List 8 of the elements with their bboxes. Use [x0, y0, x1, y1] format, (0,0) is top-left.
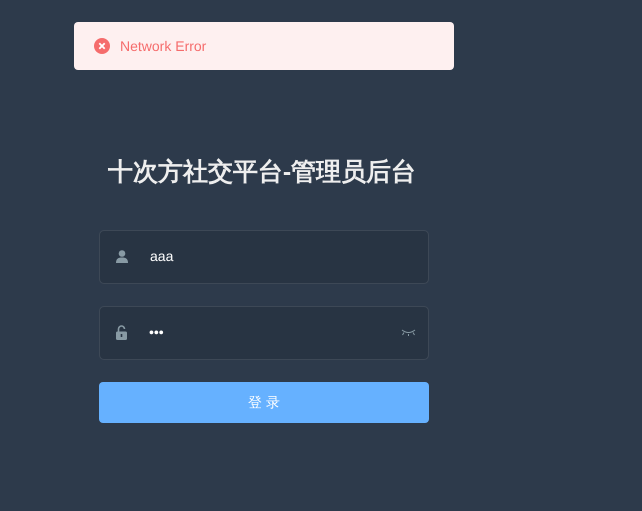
error-icon: [94, 38, 110, 54]
password-field[interactable]: •••: [149, 322, 349, 343]
user-icon: [116, 250, 128, 263]
page-title: 十次方社交平台-管理员后台: [106, 157, 418, 188]
username-field[interactable]: aaa: [150, 246, 350, 267]
lock-icon: [116, 325, 127, 340]
eye-closed-icon[interactable]: [401, 329, 416, 336]
error-text: Network Error: [120, 36, 206, 56]
